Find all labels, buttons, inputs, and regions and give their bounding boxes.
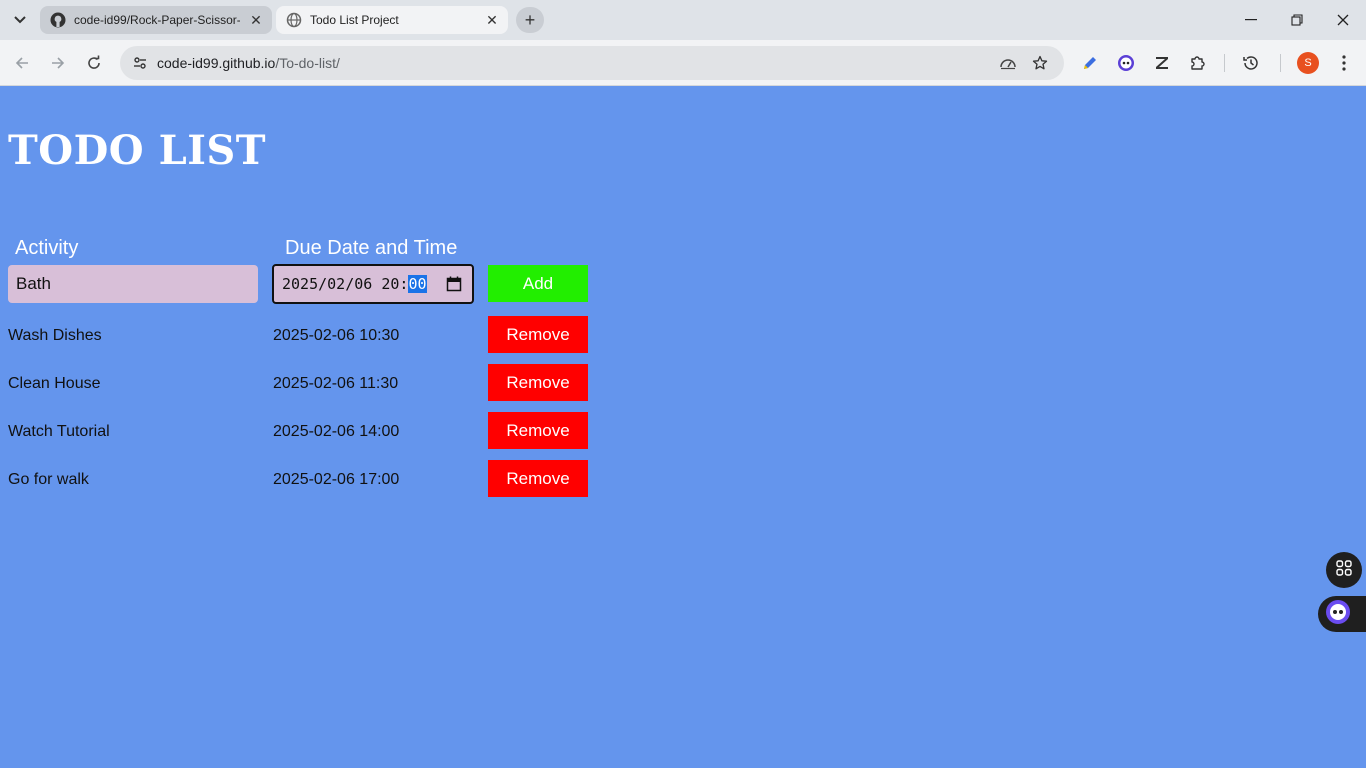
todo-due: 2025-02-06 14:00 [273,423,400,440]
new-tab-button[interactable]: + [516,7,544,33]
history-icon[interactable] [1239,51,1263,75]
minimize-icon[interactable] [1228,0,1274,40]
browser-menu-icon[interactable] [1332,51,1356,75]
tab-strip: code-id99/Rock-Paper-Scissor-Game ✕ Todo… [0,0,1366,40]
restore-icon[interactable] [1274,0,1320,40]
remove-button[interactable]: Remove [488,364,588,401]
extensions-puzzle-icon[interactable] [1186,51,1210,75]
remove-button[interactable]: Remove [488,460,588,497]
remove-button[interactable]: Remove [488,412,588,449]
tab-title: Todo List Project [310,13,399,27]
activity-label: Activity [15,237,79,259]
z-extension-icon[interactable] [1150,51,1174,75]
url-text[interactable]: code-id99.github.io/To-do-list/ [157,55,340,71]
page-title: TODO LIST [8,127,267,174]
url-host: code-id99.github.io [157,55,276,71]
page-body: TODO LIST Activity Due Date and Time 202… [0,87,1366,768]
due-minutes-segment[interactable]: 00 [408,275,427,293]
tab-rock-paper-scissor[interactable]: code-id99/Rock-Paper-Scissor-Game ✕ [40,6,272,34]
tab-todo-list[interactable]: Todo List Project ✕ [276,6,508,34]
close-window-icon[interactable] [1320,0,1366,40]
assistant-icon [1325,599,1351,630]
todo-due: 2025-02-06 11:30 [273,375,399,392]
close-tab-icon[interactable]: ✕ [248,12,264,28]
todo-due: 2025-02-06 17:00 [273,471,400,488]
toolbar-divider [1280,54,1281,72]
activity-input[interactable] [8,265,258,303]
due-datetime-input[interactable]: 2025/02/06 20: 00 [272,264,474,304]
grid-icon [1336,559,1352,581]
todo-activity: Go for walk [8,471,89,488]
github-icon [50,12,66,28]
apps-grid-button[interactable] [1326,552,1362,588]
tab-title: code-id99/Rock-Paper-Scissor-Game [74,13,240,27]
assistant-sidebar-button[interactable] [1318,596,1366,632]
remove-button[interactable]: Remove [488,316,588,353]
todo-due: 2025-02-06 10:30 [273,327,400,344]
globe-icon [286,12,302,28]
due-datetime-value: 2025/02/06 20: [282,275,409,293]
todo-activity: Wash Dishes [8,327,102,344]
profile-avatar[interactable]: S [1297,52,1319,74]
tab-search-chevron-icon[interactable] [8,8,32,32]
reload-icon[interactable] [82,51,106,75]
bookmark-star-icon[interactable] [1028,51,1052,75]
browser-toolbar: code-id99.github.io/To-do-list/ S [0,40,1366,86]
toolbar-divider [1224,54,1225,72]
forward-arrow-icon[interactable] [46,51,70,75]
add-button[interactable]: Add [488,265,588,302]
site-settings-icon[interactable] [128,51,152,75]
todo-activity: Watch Tutorial [8,423,110,440]
close-tab-icon[interactable]: ✕ [484,12,500,28]
due-date-label: Due Date and Time [285,237,458,259]
assistant-extension-icon[interactable] [1114,51,1138,75]
todo-activity: Clean House [8,375,101,392]
url-path: /To-do-list/ [275,55,340,71]
calendar-icon[interactable] [446,276,462,292]
back-arrow-icon[interactable] [10,51,34,75]
pen-extension-icon[interactable] [1078,51,1102,75]
performance-icon[interactable] [996,51,1020,75]
address-bar[interactable]: code-id99.github.io/To-do-list/ [120,46,1064,80]
